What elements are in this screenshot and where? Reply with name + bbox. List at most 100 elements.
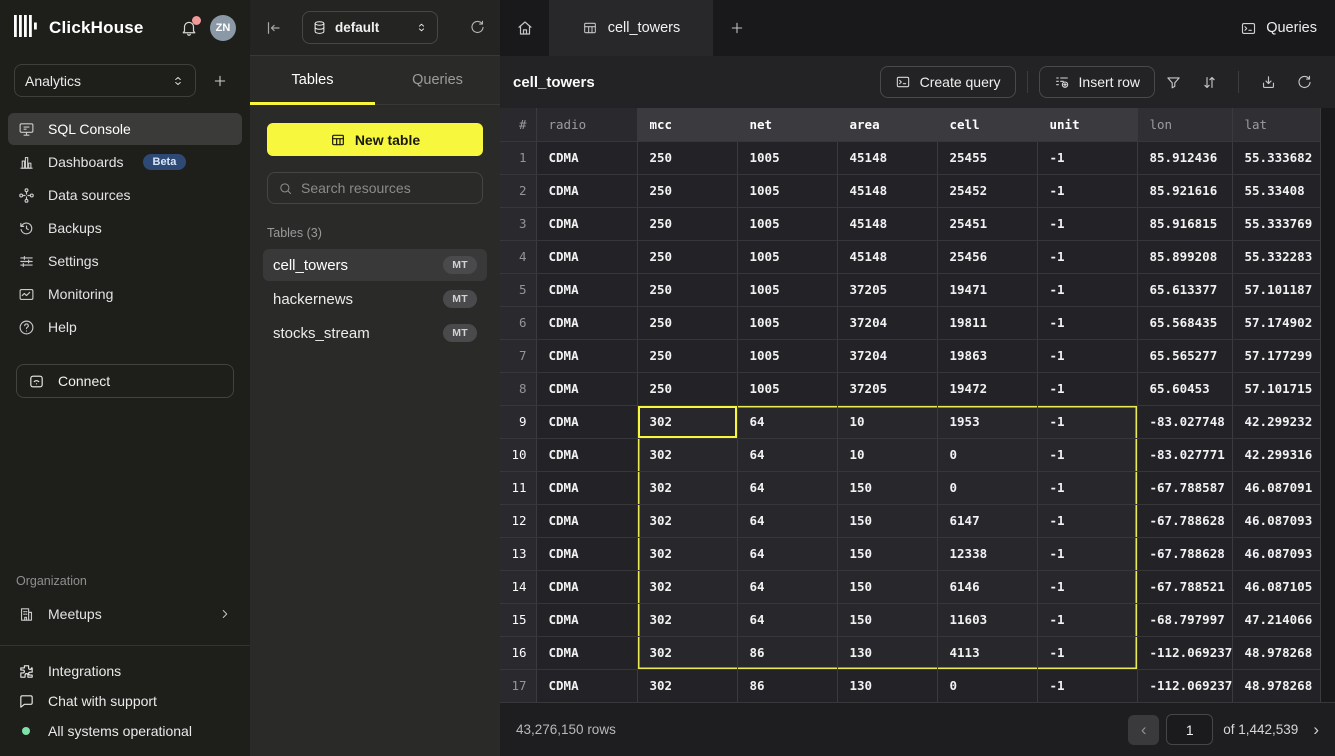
grid-cell[interactable]: 57.101715: [1232, 372, 1320, 405]
grid-column-header[interactable]: lat: [1232, 108, 1320, 141]
grid-cell[interactable]: -1: [1037, 504, 1137, 537]
grid-cell[interactable]: -1: [1037, 570, 1137, 603]
grid-cell[interactable]: CDMA: [536, 504, 637, 537]
grid-cell[interactable]: 150: [837, 504, 937, 537]
sort-button[interactable]: [1191, 66, 1227, 98]
grid-cell[interactable]: 37204: [837, 306, 937, 339]
grid-cell[interactable]: 302: [637, 636, 737, 669]
insert-row-button[interactable]: Insert row: [1039, 66, 1155, 98]
grid-cell[interactable]: 55.33408: [1232, 174, 1320, 207]
grid-cell[interactable]: 64: [737, 405, 837, 438]
grid-cell[interactable]: 25452: [937, 174, 1037, 207]
grid-cell[interactable]: CDMA: [536, 438, 637, 471]
grid-cell[interactable]: 64: [737, 570, 837, 603]
sidebar-item-meetups[interactable]: Meetups: [8, 598, 242, 630]
grid-cell[interactable]: -68.797997: [1137, 603, 1232, 636]
grid-cell[interactable]: 302: [637, 471, 737, 504]
grid-cell[interactable]: 25451: [937, 207, 1037, 240]
grid-row-number[interactable]: 17: [500, 669, 536, 702]
grid-cell[interactable]: -67.788628: [1137, 504, 1232, 537]
grid-cell[interactable]: -1: [1037, 603, 1137, 636]
grid-cell[interactable]: CDMA: [536, 570, 637, 603]
grid-cell[interactable]: -1: [1037, 174, 1137, 207]
system-status[interactable]: All systems operational: [8, 716, 242, 746]
grid-cell[interactable]: 1005: [737, 240, 837, 273]
grid-cell[interactable]: 250: [637, 174, 737, 207]
grid-cell[interactable]: 46.087093: [1232, 504, 1320, 537]
table-list-item[interactable]: stocks_streamMT: [263, 317, 487, 349]
grid-cell[interactable]: CDMA: [536, 339, 637, 372]
grid-cell[interactable]: 11603: [937, 603, 1037, 636]
grid-cell[interactable]: 0: [937, 669, 1037, 702]
grid-cell[interactable]: 10: [837, 405, 937, 438]
connect-button[interactable]: Connect: [16, 364, 234, 398]
sidebar-item-data-sources[interactable]: Data sources: [8, 179, 242, 211]
grid-row-number[interactable]: 13: [500, 537, 536, 570]
grid-column-header[interactable]: cell: [937, 108, 1037, 141]
grid-cell[interactable]: 19472: [937, 372, 1037, 405]
grid-cell[interactable]: 64: [737, 438, 837, 471]
grid-cell[interactable]: 1005: [737, 339, 837, 372]
grid-cell[interactable]: 86: [737, 669, 837, 702]
tab-cell-towers[interactable]: cell_towers: [549, 0, 713, 56]
grid-cell[interactable]: 65.60453: [1137, 372, 1232, 405]
grid-cell[interactable]: 250: [637, 207, 737, 240]
grid-cell[interactable]: 48.978268: [1232, 669, 1320, 702]
grid-cell[interactable]: 45148: [837, 141, 937, 174]
grid-cell[interactable]: 46.087093: [1232, 537, 1320, 570]
grid-active-cell[interactable]: 302: [637, 405, 737, 438]
grid-cell[interactable]: 1005: [737, 174, 837, 207]
grid-cell[interactable]: -1: [1037, 372, 1137, 405]
grid-cell[interactable]: 42.299316: [1232, 438, 1320, 471]
grid-cell[interactable]: CDMA: [536, 240, 637, 273]
grid-cell[interactable]: 47.214066: [1232, 603, 1320, 636]
grid-cell[interactable]: 250: [637, 273, 737, 306]
grid-cell[interactable]: -1: [1037, 306, 1137, 339]
page-number-input[interactable]: [1166, 714, 1213, 745]
grid-cell[interactable]: CDMA: [536, 207, 637, 240]
grid-cell[interactable]: CDMA: [536, 537, 637, 570]
grid-cell[interactable]: 42.299232: [1232, 405, 1320, 438]
grid-column-header[interactable]: net: [737, 108, 837, 141]
grid-cell[interactable]: -83.027771: [1137, 438, 1232, 471]
grid-cell[interactable]: 1005: [737, 141, 837, 174]
grid-row-number[interactable]: 6: [500, 306, 536, 339]
home-button[interactable]: [500, 0, 549, 56]
grid-row-number[interactable]: 7: [500, 339, 536, 372]
grid-cell[interactable]: 130: [837, 636, 937, 669]
grid-cell[interactable]: 46.087105: [1232, 570, 1320, 603]
new-table-button[interactable]: New table: [267, 123, 483, 156]
grid-cell[interactable]: 48.978268: [1232, 636, 1320, 669]
grid-cell[interactable]: 85.899208: [1137, 240, 1232, 273]
sidebar-item-monitoring[interactable]: Monitoring: [8, 278, 242, 310]
sidebar-item-chat-support[interactable]: Chat with support: [8, 686, 242, 716]
workspace-selector[interactable]: Analytics: [14, 64, 196, 97]
grid-row-number[interactable]: 11: [500, 471, 536, 504]
grid-cell[interactable]: CDMA: [536, 141, 637, 174]
grid-cell[interactable]: 85.921616: [1137, 174, 1232, 207]
grid-cell[interactable]: 65.568435: [1137, 306, 1232, 339]
grid-cell[interactable]: 302: [637, 537, 737, 570]
refresh-tables-icon[interactable]: [469, 19, 486, 36]
grid-cell[interactable]: -112.069237: [1137, 669, 1232, 702]
grid-cell[interactable]: 65.565277: [1137, 339, 1232, 372]
grid-cell[interactable]: CDMA: [536, 273, 637, 306]
grid-cell[interactable]: 25456: [937, 240, 1037, 273]
grid-cell[interactable]: 130: [837, 669, 937, 702]
grid-cell[interactable]: 45148: [837, 240, 937, 273]
grid-cell[interactable]: -1: [1037, 141, 1137, 174]
page-next-button[interactable]: ›: [1313, 720, 1319, 740]
tab-tables[interactable]: Tables: [250, 56, 375, 104]
grid-cell[interactable]: 57.177299: [1232, 339, 1320, 372]
grid-cell[interactable]: 64: [737, 537, 837, 570]
grid-cell[interactable]: 150: [837, 471, 937, 504]
grid-cell[interactable]: 302: [637, 603, 737, 636]
grid-cell[interactable]: 0: [937, 471, 1037, 504]
grid-cell[interactable]: 64: [737, 603, 837, 636]
grid-cell[interactable]: -67.788628: [1137, 537, 1232, 570]
grid-cell[interactable]: 1953: [937, 405, 1037, 438]
grid-cell[interactable]: 250: [637, 339, 737, 372]
grid-cell[interactable]: 37205: [837, 372, 937, 405]
grid-cell[interactable]: 64: [737, 504, 837, 537]
grid-cell[interactable]: -1: [1037, 537, 1137, 570]
